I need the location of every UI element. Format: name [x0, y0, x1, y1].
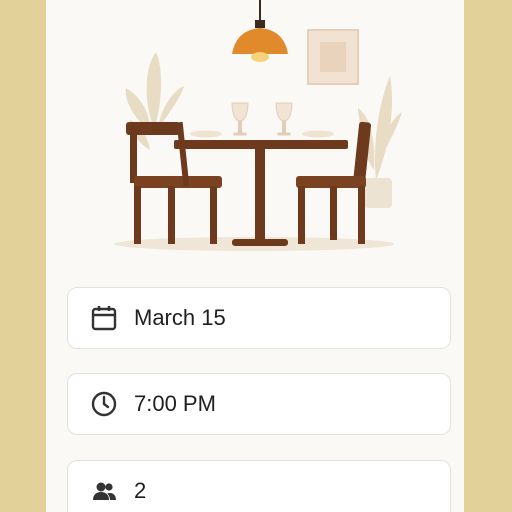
people-icon [90, 477, 118, 505]
guests-field[interactable]: 2 [67, 460, 451, 512]
time-value: 7:00 PM [134, 391, 216, 416]
guests-value: 2 [134, 478, 147, 503]
date-value: March 15 [134, 305, 226, 330]
date-field[interactable]: March 15 [67, 287, 451, 349]
clock-icon [90, 390, 118, 418]
dining-table-illustration [114, 0, 402, 251]
booking-screen: March 15 7:00 PM 2 [46, 0, 464, 512]
time-field[interactable]: 7:00 PM [67, 373, 451, 435]
calendar-icon [90, 304, 118, 332]
